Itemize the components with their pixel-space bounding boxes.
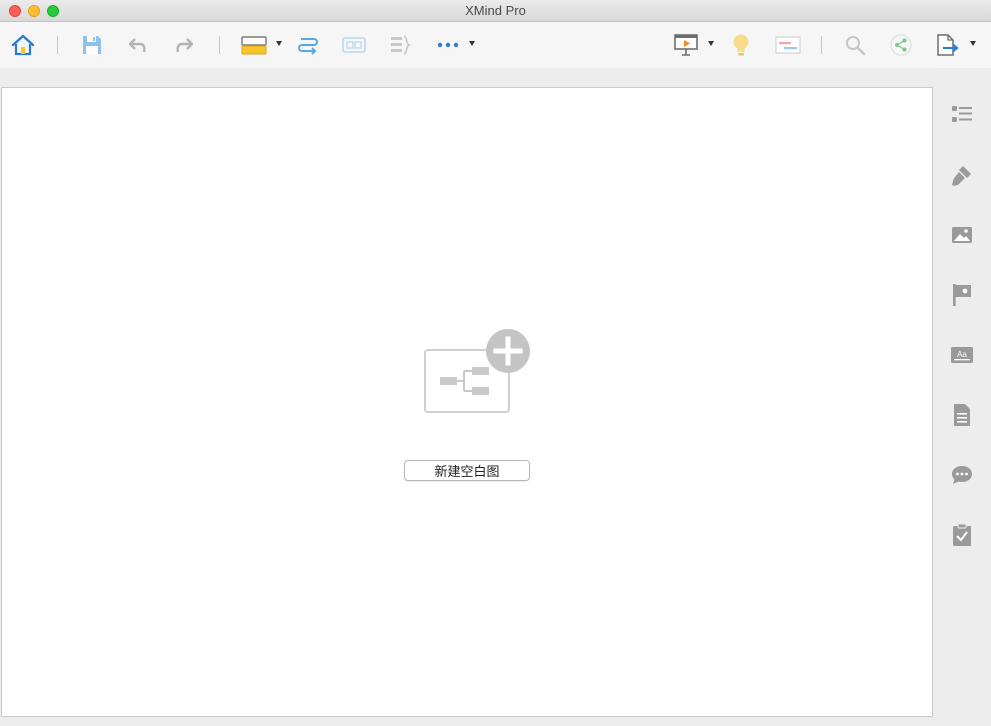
home-button[interactable] <box>10 31 36 59</box>
gantt-icon <box>775 36 801 54</box>
marker-icon <box>953 284 971 306</box>
share-button[interactable] <box>889 31 913 59</box>
marker-button[interactable] <box>949 282 975 308</box>
presentation-icon <box>674 34 698 56</box>
outliner-button[interactable] <box>949 102 975 128</box>
search-icon <box>846 36 866 56</box>
more-dropdown-caret[interactable] <box>469 41 475 46</box>
notes-icon <box>954 404 970 426</box>
save-button[interactable] <box>79 31 105 59</box>
svg-text:Aa: Aa <box>957 350 967 359</box>
status-bar <box>0 718 991 726</box>
toolbar-separator <box>219 36 220 54</box>
export-icon <box>937 34 959 56</box>
task-icon <box>953 523 971 546</box>
insert-topic-button[interactable] <box>240 31 268 59</box>
comments-button[interactable] <box>949 462 975 488</box>
idea-icon <box>733 34 749 56</box>
toolbar <box>0 22 991 68</box>
title-bar: XMind Pro <box>0 0 991 22</box>
app-window: XMind Pro 新建空白图 Aa <box>0 0 991 726</box>
export-button[interactable] <box>934 31 960 59</box>
undo-icon <box>128 38 146 53</box>
format-icon <box>952 166 971 186</box>
presentation-button[interactable] <box>672 31 700 59</box>
notes-button[interactable] <box>949 402 975 428</box>
undo-button[interactable] <box>126 31 150 59</box>
right-sidebar: Aa <box>935 68 991 718</box>
boundary-icon <box>342 37 366 53</box>
new-blank-map-button[interactable]: 新建空白图 <box>404 460 530 481</box>
toolbar-separator <box>821 36 822 54</box>
search-button[interactable] <box>843 31 867 59</box>
image-icon <box>952 227 972 243</box>
comments-icon <box>952 466 972 484</box>
new-map-illustration-icon <box>424 329 530 413</box>
save-icon <box>83 36 101 54</box>
topic-dropdown-caret[interactable] <box>276 41 282 46</box>
relationship-icon <box>298 38 318 55</box>
brainstorm-button[interactable] <box>729 31 753 59</box>
task-button[interactable] <box>949 522 975 548</box>
redo-icon <box>176 38 194 53</box>
presentation-dropdown-caret[interactable] <box>708 41 714 46</box>
topic-icon <box>241 36 267 55</box>
text-style-button[interactable]: Aa <box>949 342 975 368</box>
summary-button[interactable] <box>388 31 412 59</box>
home-icon <box>11 34 35 56</box>
share-icon <box>890 34 912 56</box>
toolbar-separator <box>57 36 58 54</box>
outliner-icon <box>952 106 972 122</box>
text-style-icon: Aa <box>951 347 973 363</box>
window-title: XMind Pro <box>465 3 526 18</box>
summary-icon <box>391 35 411 55</box>
format-button[interactable] <box>949 162 975 188</box>
redo-button[interactable] <box>172 31 196 59</box>
image-button[interactable] <box>949 222 975 248</box>
export-dropdown-caret[interactable] <box>970 41 976 46</box>
more-button[interactable] <box>435 31 461 59</box>
relationship-button[interactable] <box>296 31 320 59</box>
gantt-button[interactable] <box>774 31 802 59</box>
more-icon <box>437 42 459 48</box>
boundary-button[interactable] <box>341 31 367 59</box>
